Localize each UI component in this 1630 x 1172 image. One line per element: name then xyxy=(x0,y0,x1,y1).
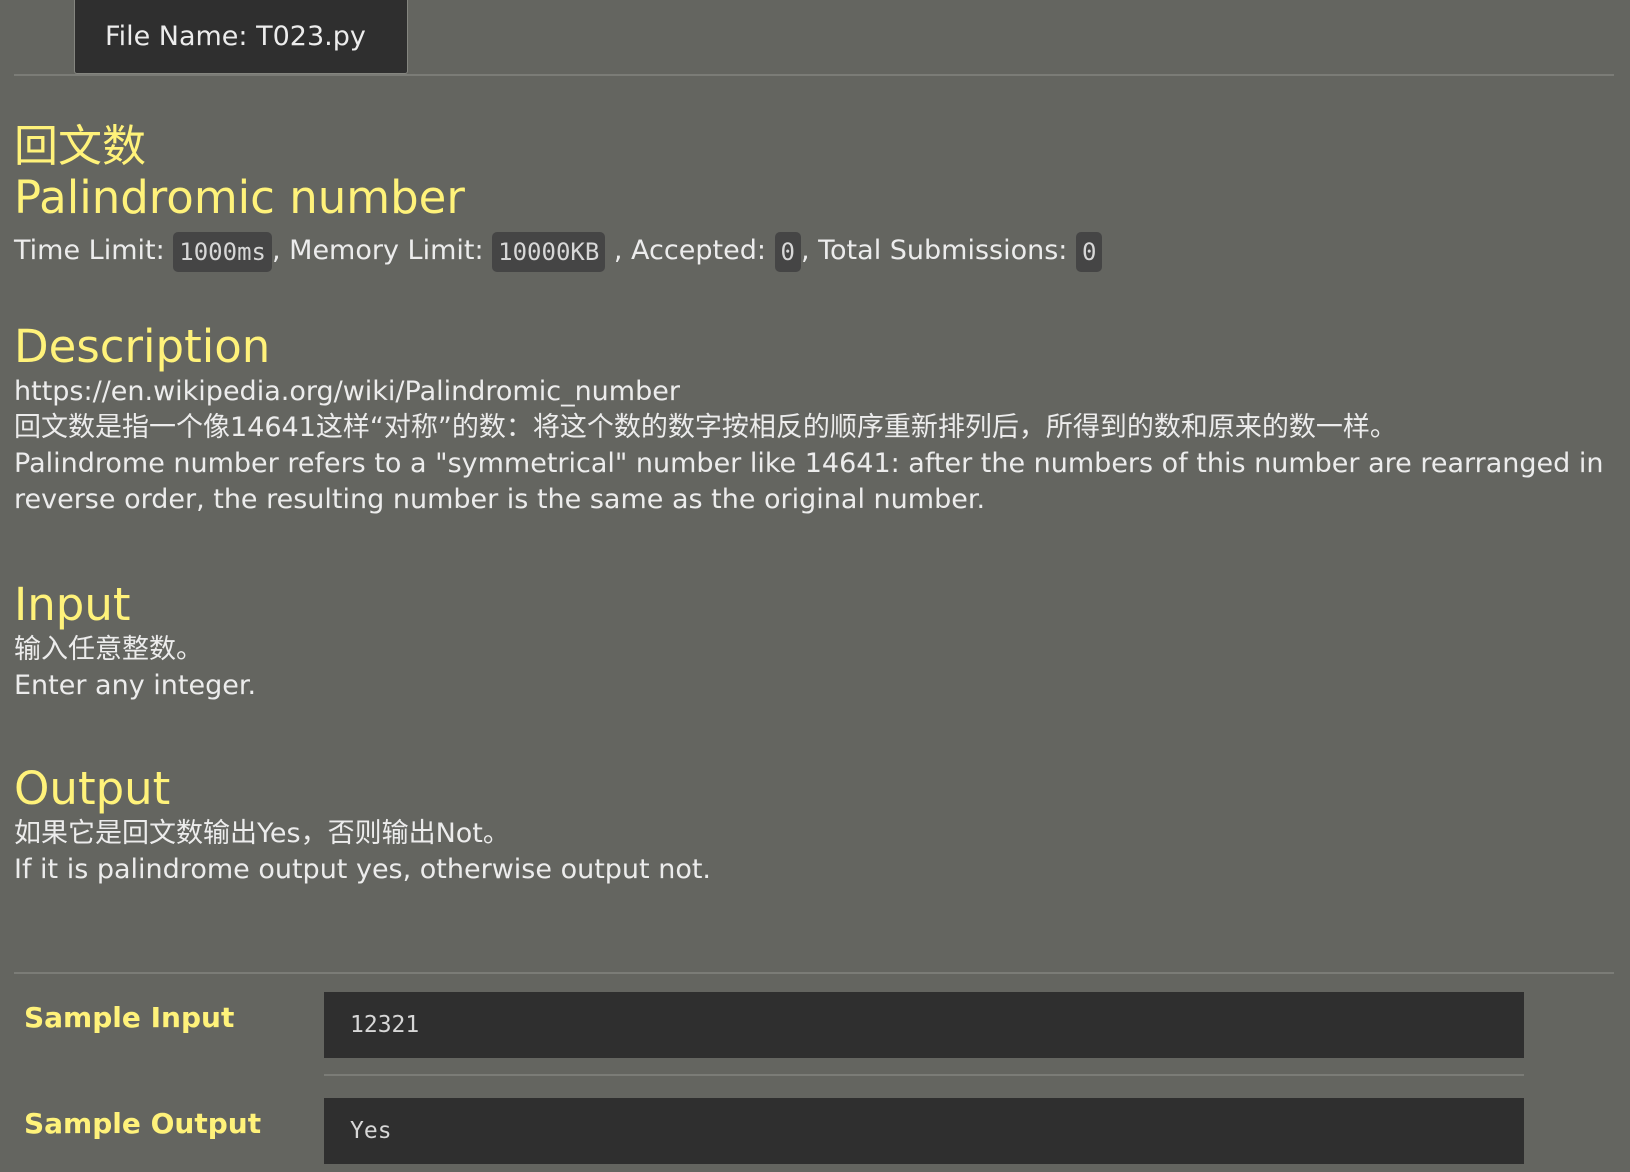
description-body: https://en.wikipedia.org/wiki/Palindromi… xyxy=(14,374,1614,518)
file-name-tab[interactable]: File Name: T023.py xyxy=(74,0,408,74)
description-section: Description https://en.wikipedia.org/wik… xyxy=(14,320,1614,518)
output-heading: Output xyxy=(14,762,171,815)
description-text-en: Palindrome number refers to a "symmetric… xyxy=(14,448,1604,515)
output-text-cn: 如果它是回文数输出Yes，否则输出Not。 xyxy=(14,818,510,849)
input-body: 输入任意整数。 Enter any integer. xyxy=(14,632,1614,704)
sample-input-box[interactable]: 12321 xyxy=(324,992,1524,1058)
problem-limits: Time Limit: 1000ms, Memory Limit: 10000K… xyxy=(14,228,1614,274)
output-text-en: If it is palindrome output yes, otherwis… xyxy=(14,854,712,885)
problem-title-english: Palindromic number xyxy=(14,171,465,224)
input-text-en: Enter any integer. xyxy=(14,670,257,701)
problem-content: 回文数 Palindromic number Time Limit: 1000m… xyxy=(14,120,1614,885)
time-limit-label: Time Limit: xyxy=(14,235,174,266)
accepted-label: , Accepted: xyxy=(605,235,775,266)
sample-separator xyxy=(324,1074,1524,1076)
total-submissions-label: , Total Submissions: xyxy=(800,235,1076,266)
memory-limit-value: 10000KB xyxy=(492,231,606,272)
sample-input-label: Sample Input xyxy=(24,1001,235,1034)
time-limit-value: 1000ms xyxy=(173,231,272,272)
description-heading: Description xyxy=(14,320,271,373)
sample-output-box[interactable]: Yes xyxy=(324,1098,1524,1164)
problem-title-chinese: 回文数 xyxy=(14,121,146,172)
output-body: 如果它是回文数输出Yes，否则输出Not。 If it is palindrom… xyxy=(14,816,1614,888)
output-section: Output 如果它是回文数输出Yes，否则输出Not。 If it is pa… xyxy=(14,762,1614,888)
memory-limit-label: , Memory Limit: xyxy=(271,235,493,266)
description-text-cn: 回文数是指一个像14641这样“对称”的数：将这个数的数字按相反的顺序重新排列后… xyxy=(14,412,1397,443)
input-heading: Input xyxy=(14,578,131,631)
total-submissions-value: 0 xyxy=(1075,231,1103,272)
samples-divider xyxy=(14,972,1614,974)
input-text-cn: 输入任意整数。 xyxy=(14,634,203,665)
description-link[interactable]: https://en.wikipedia.org/wiki/Palindromi… xyxy=(14,374,1614,410)
accepted-value: 0 xyxy=(774,231,801,272)
input-section: Input 输入任意整数。 Enter any integer. xyxy=(14,578,1614,704)
file-tab-bar: File Name: T023.py xyxy=(14,0,1614,76)
sample-output-label: Sample Output xyxy=(24,1107,262,1140)
